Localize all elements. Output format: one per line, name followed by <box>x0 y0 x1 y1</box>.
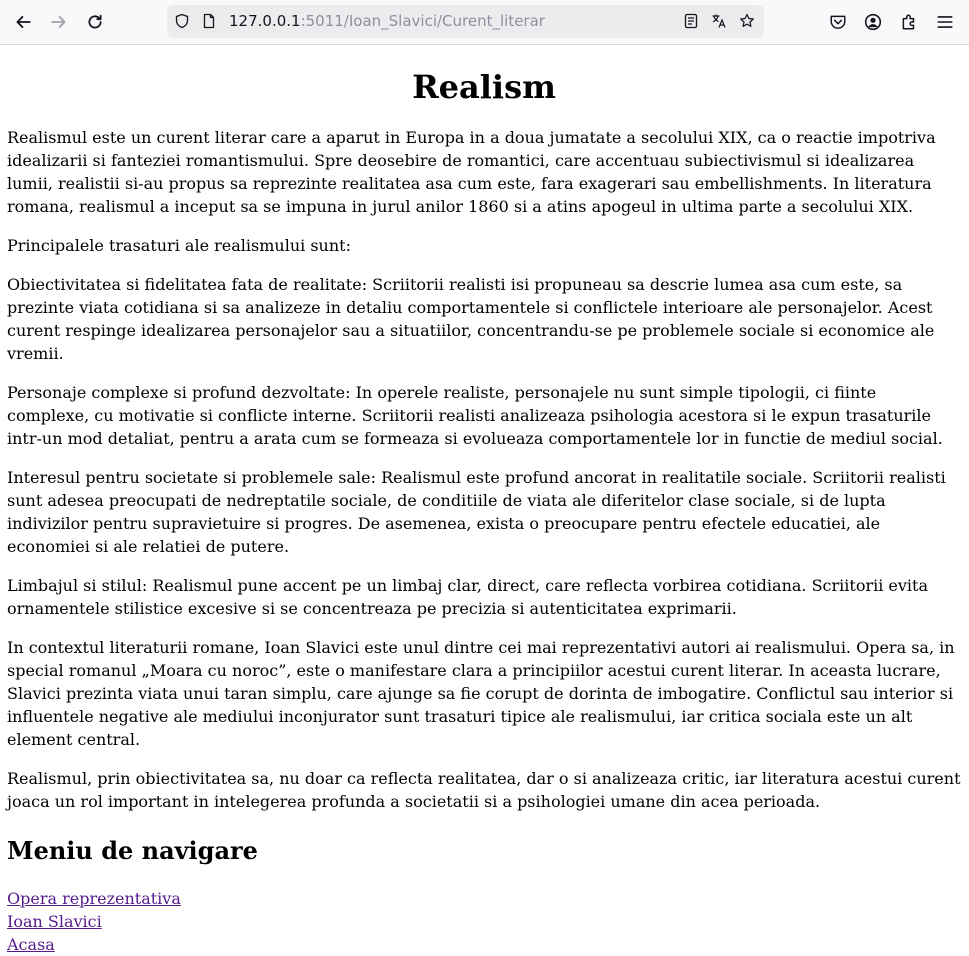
pocket-icon[interactable] <box>827 11 849 33</box>
paragraph-intro: Realismul este un curent literar care a … <box>7 128 936 216</box>
paragraph-society: Interesul pentru societate si problemele… <box>7 468 946 556</box>
bookmark-star-icon[interactable] <box>738 12 756 30</box>
paragraph-characters: Personaje complexe si profund dezvoltate… <box>7 383 943 448</box>
reload-icon <box>88 14 102 29</box>
account-icon[interactable] <box>862 11 884 33</box>
arrow-left-icon <box>16 16 31 28</box>
translate-icon[interactable] <box>710 12 728 30</box>
reload-button[interactable] <box>81 8 109 36</box>
nav-heading: Meniu de navigare <box>7 836 258 865</box>
paragraph-romanian-context: In contextul literaturii romane, Ioan Sl… <box>7 638 955 749</box>
page-icon[interactable] <box>200 12 218 30</box>
browser-toolbar: 127.0.0.1:5011/Ioan_Slavici/Curent_liter… <box>0 0 969 45</box>
page-content: Realism Realismul este un curent literar… <box>7 44 961 956</box>
page-title: Realism <box>412 68 556 106</box>
url-path: :5011/Ioan_Slavici/Curent_literar <box>300 12 545 30</box>
paragraph-conclusion: Realismul, prin obiectivitatea sa, nu do… <box>7 769 961 811</box>
menu-hamburger-icon[interactable] <box>934 11 956 33</box>
url-host: 127.0.0.1 <box>229 12 301 30</box>
reader-view-icon[interactable] <box>682 12 700 30</box>
nav-link-acasa[interactable]: Acasa <box>7 933 961 956</box>
nav-menu: Opera reprezentativa Ioan Slavici Acasa <box>7 887 961 956</box>
url-text[interactable]: 127.0.0.1:5011/Ioan_Slavici/Curent_liter… <box>229 12 545 30</box>
paragraph-language: Limbajul si stilul: Realismul pune accen… <box>7 576 929 618</box>
nav-link-ioan-slavici[interactable]: Ioan Slavici <box>7 910 961 933</box>
shield-icon[interactable] <box>173 12 191 30</box>
forward-button[interactable] <box>45 8 73 36</box>
back-button[interactable] <box>9 8 37 36</box>
address-bar[interactable]: 127.0.0.1:5011/Ioan_Slavici/Curent_liter… <box>167 5 764 38</box>
arrow-right-icon <box>51 16 66 28</box>
extensions-icon[interactable] <box>898 11 920 33</box>
nav-link-opera-reprezentativa[interactable]: Opera reprezentativa <box>7 887 961 910</box>
paragraph-features-intro: Principalele trasaturi ale realismului s… <box>7 236 351 255</box>
paragraph-objectivity: Obiectivitatea si fidelitatea fata de re… <box>7 275 935 363</box>
